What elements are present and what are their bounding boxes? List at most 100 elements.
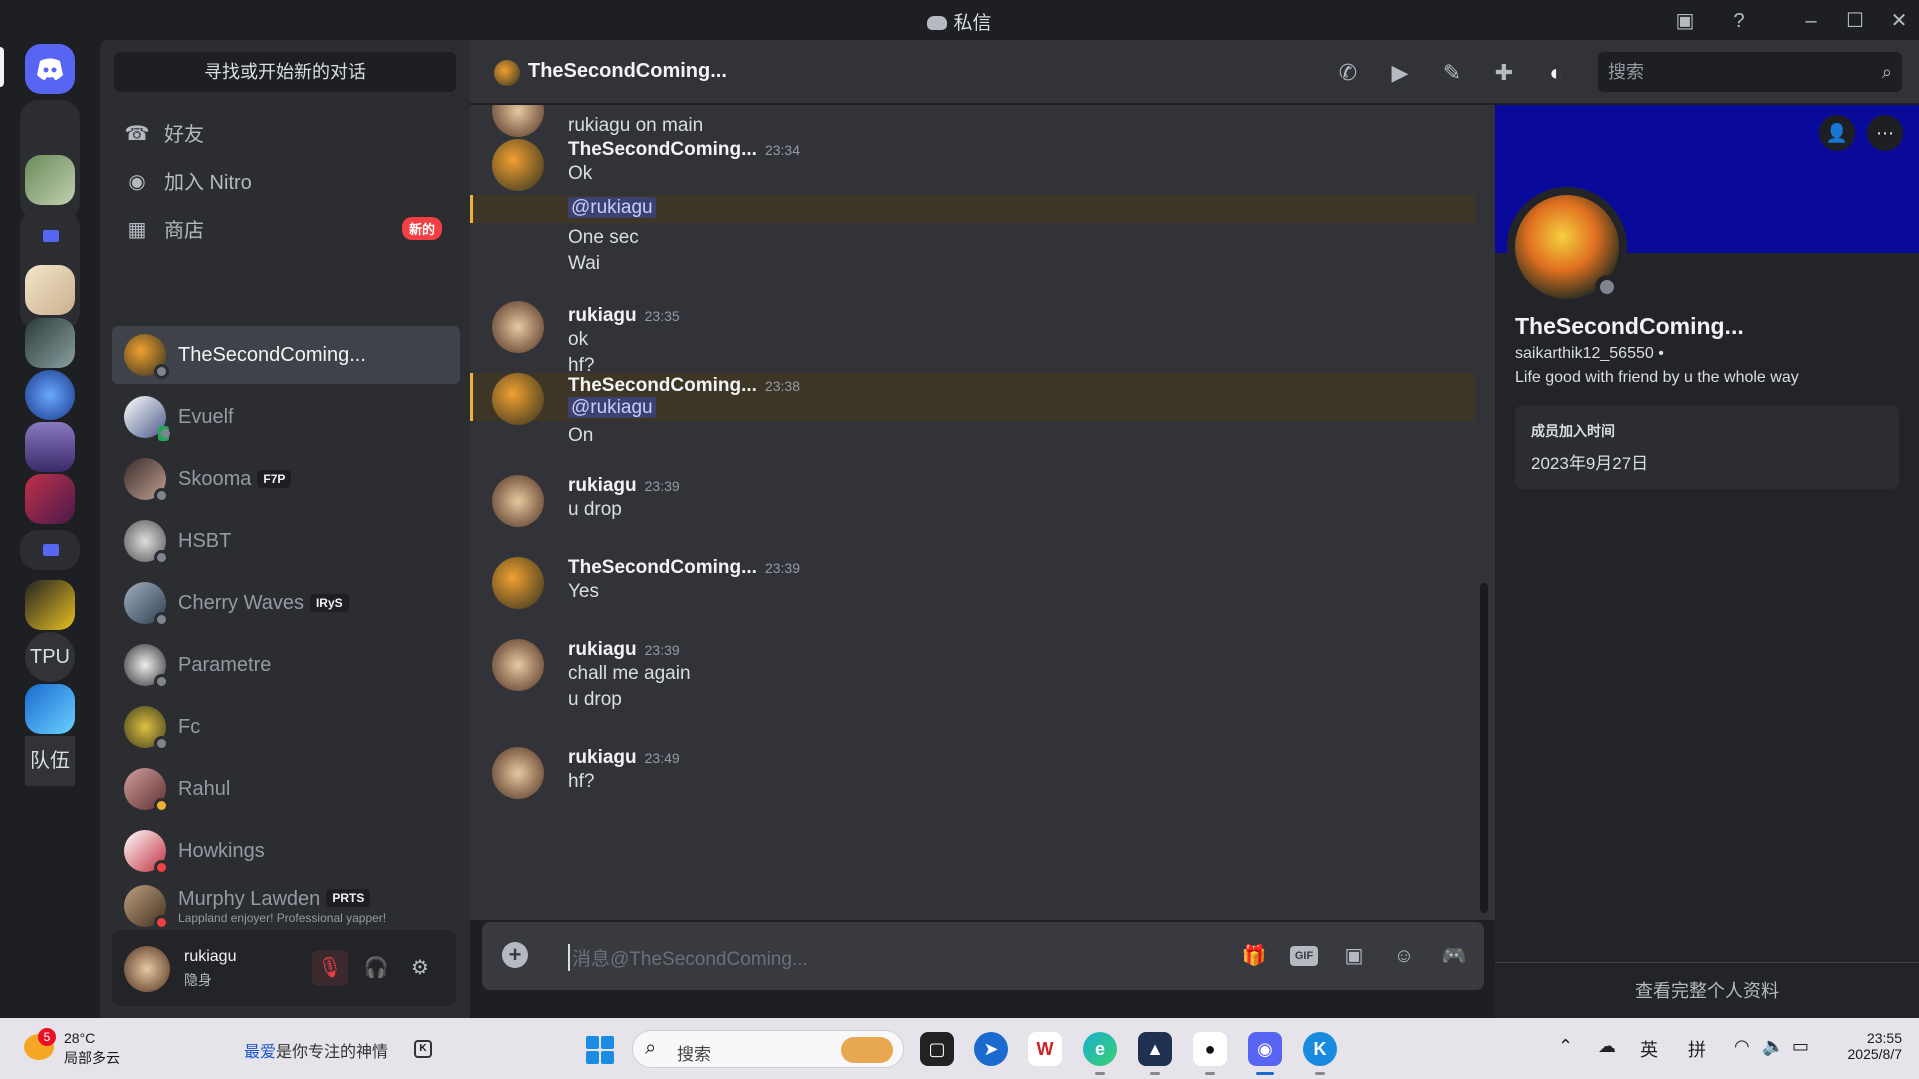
avatar xyxy=(492,373,544,425)
dm-item[interactable]: Evuelf xyxy=(112,388,460,446)
avatar xyxy=(492,301,544,353)
message-group: TheSecondComing... 23:34 Ok xyxy=(470,135,1475,195)
message-composer[interactable]: + 消息@TheSecondComing... 🎁 GIF ▣ ☺ 🎮 xyxy=(482,922,1484,990)
search-icon: ⌕ xyxy=(645,1037,657,1059)
server-icon[interactable] xyxy=(25,474,75,524)
chat-title: TheSecondComing... xyxy=(528,60,727,82)
feishu-icon[interactable]: ➤ xyxy=(974,1032,1008,1066)
voice-call-icon[interactable]: ✆ xyxy=(1334,60,1362,86)
game-app-icon[interactable]: ▲ xyxy=(1138,1032,1172,1066)
add-friend-icon[interactable]: 👤 xyxy=(1819,115,1855,151)
close-button[interactable]: ✕ xyxy=(1886,8,1912,34)
server-icon[interactable] xyxy=(25,318,75,368)
running-indicator xyxy=(1205,1072,1215,1075)
deafen-button[interactable]: 🎧 xyxy=(358,950,394,986)
inbox-icon[interactable]: ▣ xyxy=(1672,8,1698,34)
server-icon[interactable]: TPU xyxy=(25,632,75,682)
title-bar: 私信 ▣ ? – ☐ ✕ xyxy=(0,0,1919,40)
dm-item[interactable]: Fc xyxy=(112,698,460,756)
gift-icon[interactable]: 🎁 xyxy=(1240,942,1268,970)
avatar xyxy=(492,475,544,527)
add-friend-dm-icon[interactable]: ✚ xyxy=(1490,60,1518,86)
dm-item[interactable]: Parametre xyxy=(112,636,460,694)
nav-friends[interactable]: ☎ 好友 xyxy=(112,110,460,154)
minimize-button[interactable]: – xyxy=(1798,8,1824,34)
edge-browser-icon[interactable]: e xyxy=(1083,1032,1117,1066)
onedrive-icon[interactable]: ☁ xyxy=(1598,1036,1616,1057)
settings-gear-icon[interactable]: ⚙ xyxy=(402,950,438,986)
search-icon: ⌕ xyxy=(1881,62,1892,82)
ime-lang[interactable]: 英 xyxy=(1640,1036,1658,1062)
avatar xyxy=(124,396,170,441)
avatar xyxy=(124,706,169,751)
qq-icon[interactable]: ● xyxy=(1193,1032,1227,1066)
gif-button[interactable]: GIF xyxy=(1290,946,1318,966)
battery-icon[interactable]: ▭ xyxy=(1792,1036,1809,1057)
server-tag: PRTS xyxy=(326,888,371,907)
emoji-icon[interactable]: ☺ xyxy=(1390,942,1418,970)
find-conversation-button[interactable]: 寻找或开始新的对话 xyxy=(114,52,456,92)
server-icon[interactable] xyxy=(25,422,75,472)
message-group: TheSecondComing... 23:38 @rukiagu xyxy=(470,373,1475,425)
nav-nitro[interactable]: ◉ 加入 Nitro xyxy=(112,158,460,202)
mute-mic-button[interactable]: 🎙 xyxy=(312,950,348,986)
clock[interactable]: 23:55 2025/8/7 xyxy=(1822,1030,1903,1062)
server-icon[interactable]: 队伍F xyxy=(25,736,75,786)
game-controller-icon[interactable]: 🎮 xyxy=(1440,942,1468,970)
wifi-icon[interactable]: ◠ xyxy=(1734,1036,1750,1057)
nav-shop[interactable]: ▦ 商店 新的 xyxy=(112,206,460,250)
k-app-icon[interactable]: K xyxy=(1303,1032,1337,1066)
user-profile-icon[interactable]: ◐ xyxy=(1542,60,1570,86)
search-input[interactable]: 搜索 ⌕ xyxy=(1598,52,1902,92)
user-panel: rukiagu 隐身 🎙 🎧 ⚙ xyxy=(112,930,456,1006)
search-highlight-image xyxy=(841,1037,893,1063)
server-icon[interactable] xyxy=(25,370,75,420)
news-ticker[interactable]: 最爱是你专注的神情 xyxy=(244,1038,388,1062)
avatar xyxy=(492,557,544,609)
video-call-icon[interactable]: ▶ xyxy=(1386,60,1414,86)
volume-icon[interactable]: 🔈 xyxy=(1762,1036,1784,1057)
user-mention[interactable]: @rukiagu xyxy=(568,397,656,418)
server-icon[interactable] xyxy=(25,265,75,315)
news-app-icon[interactable]: K xyxy=(414,1040,432,1058)
dm-item[interactable]: Cherry Waves IRyS xyxy=(112,574,460,632)
dm-item[interactable]: Rahul xyxy=(112,760,460,818)
dm-sidebar: 寻找或开始新的对话 ☎好友 ◉加入 Nitro ▦商店 新的 私信 + TheS… xyxy=(100,40,470,1018)
chevron-up-icon[interactable]: ⌃ xyxy=(1558,1036,1573,1057)
server-icon[interactable] xyxy=(25,684,75,734)
chat-header: TheSecondComing... ✆ ▶ ✎ ✚ ◐ 搜索 ⌕ xyxy=(470,40,1919,104)
view-full-profile-button[interactable]: 查看完整个人资料 xyxy=(1495,962,1919,1018)
profile-avatar-frame xyxy=(1507,187,1627,307)
dm-item[interactable]: TheSecondComing... xyxy=(112,326,460,384)
maximize-button[interactable]: ☐ xyxy=(1842,8,1868,34)
profile-bio: Life good with friend by u the whole way xyxy=(1515,369,1799,386)
dm-item[interactable]: Howkings xyxy=(112,822,460,880)
avatar xyxy=(124,768,169,813)
wps-icon[interactable]: W xyxy=(1028,1032,1062,1066)
ime-mode[interactable]: 拼 xyxy=(1688,1036,1706,1062)
message-mention: @rukiagu xyxy=(470,195,1475,223)
pin-icon[interactable]: ✎ xyxy=(1438,60,1466,86)
discord-icon xyxy=(927,16,948,30)
task-view-icon[interactable]: ▢ xyxy=(920,1032,954,1066)
more-options-icon[interactable]: ⋯ xyxy=(1867,115,1903,151)
dm-item[interactable]: Skooma F7P xyxy=(112,450,460,508)
scrollbar[interactable] xyxy=(1480,583,1488,913)
taskbar-search[interactable]: ⌕ 搜索 xyxy=(632,1030,904,1068)
message-group: TheSecondComing... 23:39 Yes xyxy=(470,545,1475,615)
message-input[interactable]: 消息@TheSecondComing... xyxy=(568,944,808,971)
avatar[interactable] xyxy=(124,946,170,992)
server-icon[interactable] xyxy=(25,580,75,630)
user-mention[interactable]: @rukiagu xyxy=(568,197,656,218)
server-icon[interactable] xyxy=(25,155,75,205)
sticker-icon[interactable]: ▣ xyxy=(1340,942,1368,970)
help-icon[interactable]: ? xyxy=(1726,8,1752,34)
dm-item[interactable]: Murphy Lawden PRTS Lappland enjoyer! Prof… xyxy=(112,884,460,928)
discord-taskbar-icon[interactable]: ◉ xyxy=(1248,1032,1282,1066)
upload-plus-icon[interactable]: + xyxy=(502,942,528,968)
home-button[interactable] xyxy=(25,44,75,94)
start-button[interactable] xyxy=(586,1036,614,1064)
server-tag: IRyS xyxy=(309,594,349,612)
dm-item[interactable]: HSBT xyxy=(112,512,460,570)
message-group: One sec Wai xyxy=(568,227,639,274)
